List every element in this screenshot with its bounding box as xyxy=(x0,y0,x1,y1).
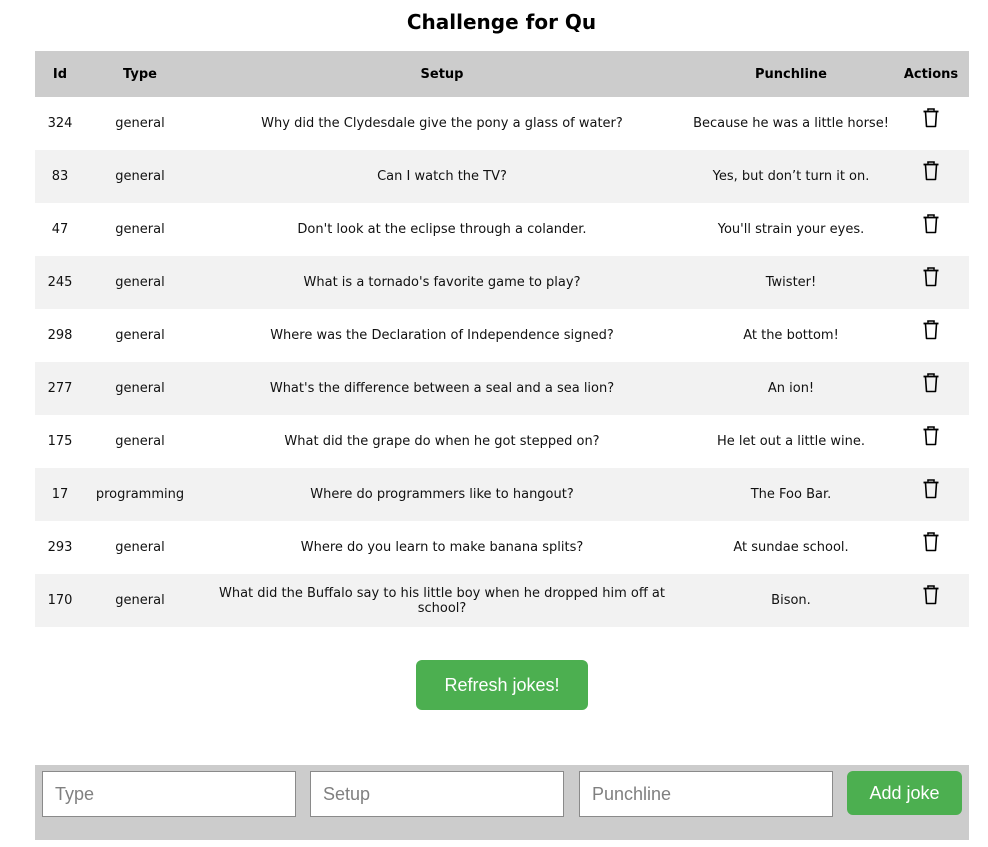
cell-setup: Why did the Clydesdale give the pony a g… xyxy=(195,97,689,150)
cell-id: 245 xyxy=(35,256,85,309)
type-input[interactable] xyxy=(42,771,296,817)
cell-type: general xyxy=(85,203,195,256)
cell-type: general xyxy=(85,97,195,150)
trash-icon[interactable] xyxy=(922,425,940,446)
refresh-jokes-button[interactable]: Refresh jokes! xyxy=(416,660,588,710)
trash-icon[interactable] xyxy=(922,531,940,552)
table-header-row: Id Type Setup Punchline Actions xyxy=(35,51,969,97)
column-header-setup: Setup xyxy=(195,51,689,97)
jokes-table: Id Type Setup Punchline Actions 324 gene… xyxy=(35,51,969,627)
cell-actions xyxy=(893,574,969,627)
trash-icon[interactable] xyxy=(922,213,940,234)
cell-actions xyxy=(893,415,969,468)
trash-icon[interactable] xyxy=(922,160,940,181)
trash-icon[interactable] xyxy=(922,372,940,393)
cell-punchline: He let out a little wine. xyxy=(689,415,893,468)
cell-id: 47 xyxy=(35,203,85,256)
add-joke-button[interactable]: Add joke xyxy=(847,771,962,815)
cell-type: general xyxy=(85,150,195,203)
table-row: 245 general What is a tornado's favorite… xyxy=(35,256,969,309)
cell-actions xyxy=(893,203,969,256)
cell-punchline: At the bottom! xyxy=(689,309,893,362)
column-header-id: Id xyxy=(35,51,85,97)
cell-punchline: The Foo Bar. xyxy=(689,468,893,521)
add-joke-form: Add joke xyxy=(35,765,969,840)
table-row: 47 general Don't look at the eclipse thr… xyxy=(35,203,969,256)
cell-setup: Where do programmers like to hangout? xyxy=(195,468,689,521)
column-header-punchline: Punchline xyxy=(689,51,893,97)
cell-setup: What did the grape do when he got steppe… xyxy=(195,415,689,468)
setup-input[interactable] xyxy=(310,771,564,817)
cell-actions xyxy=(893,468,969,521)
cell-punchline: Bison. xyxy=(689,574,893,627)
cell-setup: What's the difference between a seal and… xyxy=(195,362,689,415)
table-row: 277 general What's the difference betwee… xyxy=(35,362,969,415)
cell-type: general xyxy=(85,362,195,415)
cell-punchline: Yes, but don’t turn it on. xyxy=(689,150,893,203)
cell-setup: What did the Buffalo say to his little b… xyxy=(195,574,689,627)
table-row: 298 general Where was the Declaration of… xyxy=(35,309,969,362)
cell-setup: Can I watch the TV? xyxy=(195,150,689,203)
table-row: 170 general What did the Buffalo say to … xyxy=(35,574,969,627)
trash-icon[interactable] xyxy=(922,584,940,605)
cell-actions xyxy=(893,256,969,309)
table-row: 83 general Can I watch the TV? Yes, but … xyxy=(35,150,969,203)
cell-punchline: An ion! xyxy=(689,362,893,415)
table-row: 293 general Where do you learn to make b… xyxy=(35,521,969,574)
cell-punchline: You'll strain your eyes. xyxy=(689,203,893,256)
cell-setup: Where do you learn to make banana splits… xyxy=(195,521,689,574)
punchline-input[interactable] xyxy=(579,771,833,817)
trash-icon[interactable] xyxy=(922,319,940,340)
cell-punchline: Because he was a little horse! xyxy=(689,97,893,150)
cell-punchline: Twister! xyxy=(689,256,893,309)
cell-actions xyxy=(893,362,969,415)
column-header-actions: Actions xyxy=(893,51,969,97)
table-row: 17 programming Where do programmers like… xyxy=(35,468,969,521)
cell-id: 17 xyxy=(35,468,85,521)
cell-actions xyxy=(893,150,969,203)
cell-punchline: At sundae school. xyxy=(689,521,893,574)
cell-setup: Don't look at the eclipse through a cola… xyxy=(195,203,689,256)
trash-icon[interactable] xyxy=(922,266,940,287)
cell-type: general xyxy=(85,415,195,468)
cell-id: 83 xyxy=(35,150,85,203)
page-title: Challenge for Qu xyxy=(406,10,597,34)
column-header-type: Type xyxy=(85,51,195,97)
cell-actions xyxy=(893,309,969,362)
cell-id: 175 xyxy=(35,415,85,468)
trash-icon[interactable] xyxy=(922,478,940,499)
cell-type: general xyxy=(85,256,195,309)
cell-actions xyxy=(893,97,969,150)
cell-setup: Where was the Declaration of Independenc… xyxy=(195,309,689,362)
table-row: 175 general What did the grape do when h… xyxy=(35,415,969,468)
cell-type: general xyxy=(85,309,195,362)
cell-id: 170 xyxy=(35,574,85,627)
cell-id: 293 xyxy=(35,521,85,574)
cell-id: 277 xyxy=(35,362,85,415)
cell-type: general xyxy=(85,521,195,574)
trash-icon[interactable] xyxy=(922,107,940,128)
cell-type: programming xyxy=(85,468,195,521)
cell-actions xyxy=(893,521,969,574)
cell-setup: What is a tornado's favorite game to pla… xyxy=(195,256,689,309)
cell-id: 324 xyxy=(35,97,85,150)
table-row: 324 general Why did the Clydesdale give … xyxy=(35,97,969,150)
cell-type: general xyxy=(85,574,195,627)
cell-id: 298 xyxy=(35,309,85,362)
